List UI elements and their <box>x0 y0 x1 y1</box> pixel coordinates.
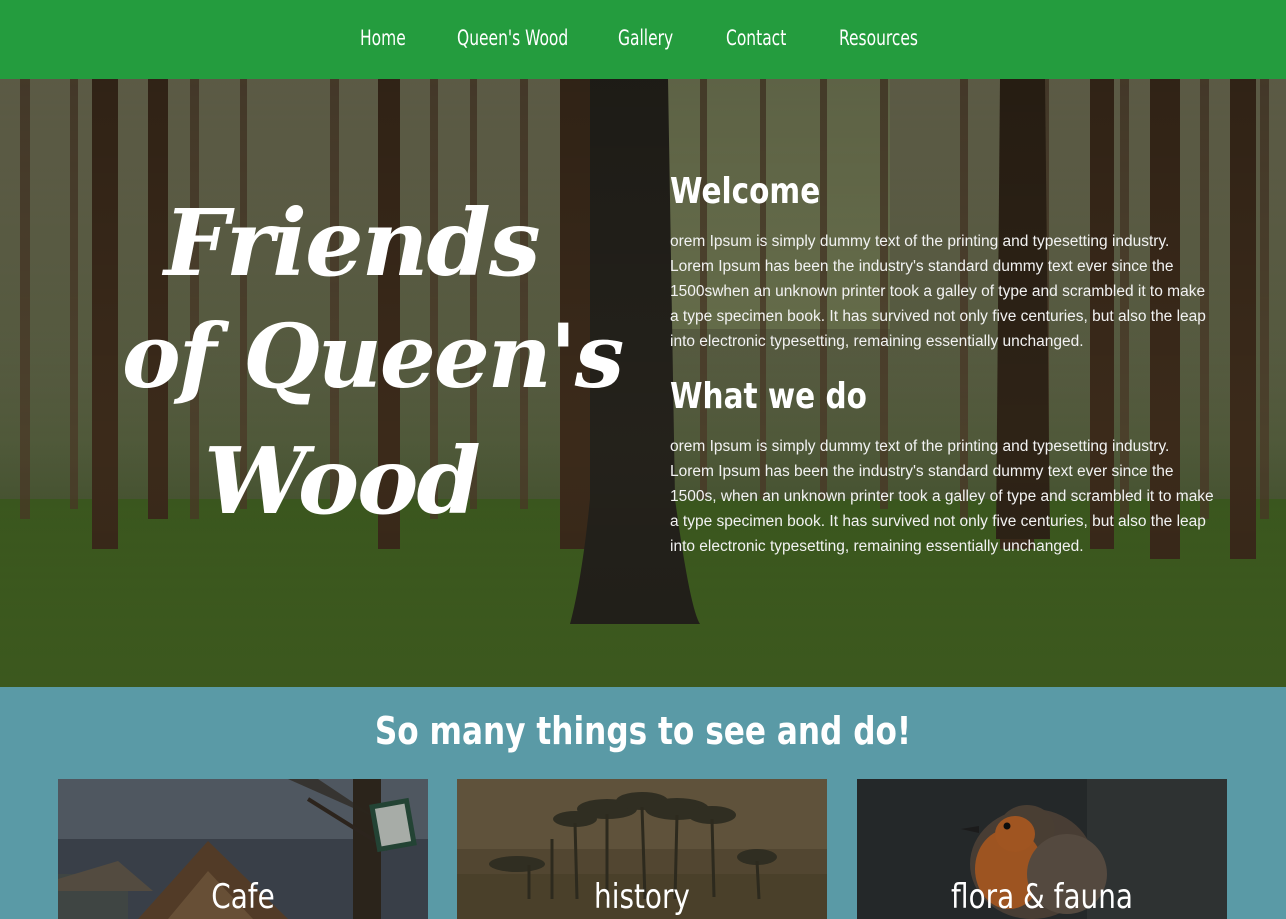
cafe-card[interactable]: Cafe <box>58 779 428 919</box>
nav-contact-link[interactable]: Contact <box>726 24 786 52</box>
logo-line-2: of Queen's <box>122 304 624 408</box>
things-to-do-title: So many things to see and do! <box>374 709 912 753</box>
flora-fauna-card[interactable]: flora & fauna <box>857 779 1227 919</box>
friends-of-queens-wood-logo: Friends of Queen's Wood <box>112 189 624 549</box>
flora-fauna-card-label: flora & fauna <box>951 877 1133 917</box>
nav-gallery-link[interactable]: Gallery <box>618 24 673 52</box>
cafe-card-label: Cafe <box>211 877 275 917</box>
logo-line-3: Wood <box>204 427 481 535</box>
nav-queens-wood-link[interactable]: Queen's Wood <box>457 24 568 52</box>
things-to-do-section: So many things to see and do! Cafe histo… <box>0 687 1286 919</box>
welcome-heading: Welcome <box>670 171 821 212</box>
what-we-do-heading: What we do <box>670 376 867 417</box>
welcome-paragraph: orem Ipsum is simply dummy text of the p… <box>670 233 1206 350</box>
hero-text-column: Welcome orem Ipsum is simply dummy text … <box>670 79 1230 687</box>
nav-resources-link[interactable]: Resources <box>839 24 918 52</box>
history-card[interactable]: history <box>457 779 827 919</box>
top-nav: Home Queen's Wood Gallery Contact Resour… <box>0 0 1286 79</box>
history-card-label: history <box>594 877 690 917</box>
logo-line-1: Friends <box>164 189 541 297</box>
hero-section: Friends of Queen's Wood Welcome orem Ips… <box>0 79 1286 687</box>
what-we-do-paragraph: orem Ipsum is simply dummy text of the p… <box>670 438 1214 555</box>
nav-home-link[interactable]: Home <box>360 24 406 52</box>
